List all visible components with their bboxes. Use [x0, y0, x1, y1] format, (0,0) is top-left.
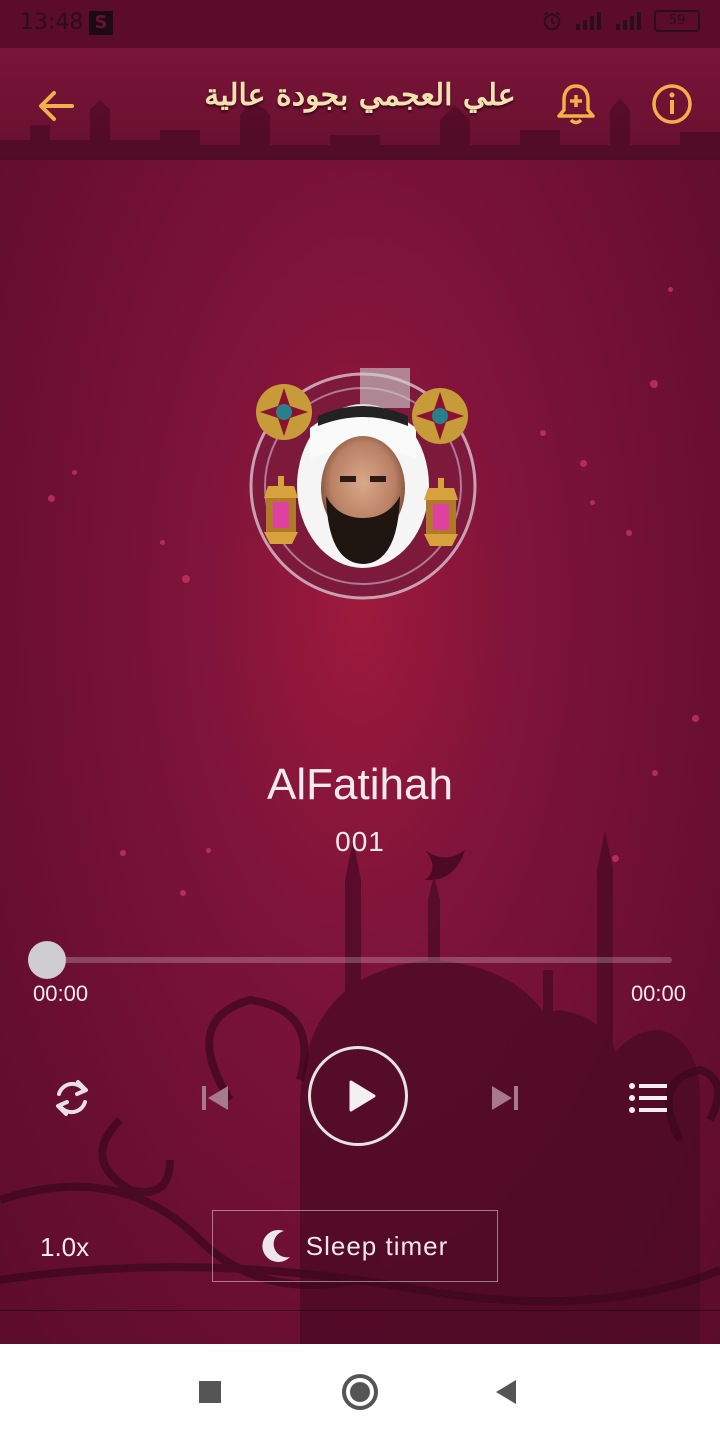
sparkle: [668, 287, 673, 292]
sparkle: [182, 575, 190, 583]
seek-thumb[interactable]: [28, 941, 66, 979]
battery-indicator: 59: [654, 10, 700, 32]
triangle-back-icon[interactable]: [484, 1370, 528, 1414]
app-bar: علي العجمي بجودة عالية: [0, 48, 720, 160]
sparkle: [540, 430, 546, 436]
system-nav-bar: [0, 1344, 720, 1440]
skip-previous-icon[interactable]: [196, 1078, 236, 1118]
moon-icon: [262, 1229, 290, 1262]
bell-plus-icon[interactable]: [554, 82, 598, 126]
sparkle: [160, 540, 165, 545]
back-arrow-icon[interactable]: [34, 84, 78, 128]
reciter-artwork: [249, 368, 477, 600]
sparkle: [72, 470, 77, 475]
info-icon[interactable]: [650, 82, 694, 126]
signal-icon: [576, 12, 601, 30]
track-number: 001: [335, 826, 385, 857]
repeat-icon[interactable]: [50, 1076, 94, 1120]
play-icon: [349, 1080, 376, 1112]
sparkle: [626, 530, 632, 536]
current-time: 00:00: [33, 981, 89, 1006]
skip-next-icon[interactable]: [484, 1078, 524, 1118]
status-icons: 59: [540, 10, 700, 32]
signal-icon-2: [616, 12, 641, 30]
divider: [0, 1310, 720, 1311]
sleep-timer-label: Sleep timer: [305, 1230, 449, 1261]
player-screen: 13:48 S 59 علي العجمي بجودة عالية AlFati…: [0, 0, 720, 1344]
circle-home-icon[interactable]: [338, 1370, 382, 1414]
app-title: علي العجمي بجودة عالية: [204, 78, 516, 113]
seek-bar[interactable]: [46, 957, 672, 963]
play-button[interactable]: [308, 1046, 408, 1146]
total-time: 00:00: [630, 981, 686, 1006]
sparkle: [692, 715, 699, 722]
sleep-timer-button[interactable]: Sleep timer: [212, 1210, 498, 1282]
sparkle: [590, 500, 595, 505]
square-recents-icon[interactable]: [188, 1370, 232, 1414]
status-time: 13:48: [20, 10, 84, 35]
track-title: AlFatihah: [267, 760, 453, 809]
sparkle: [48, 495, 55, 502]
playback-speed[interactable]: 1.0x: [40, 1232, 89, 1263]
sparkle: [650, 380, 658, 388]
status-bar: 13:48 S 59: [0, 0, 720, 48]
s-app-badge: S: [89, 11, 113, 35]
sparkle: [580, 460, 587, 467]
alarm-icon: [543, 11, 561, 31]
playlist-icon[interactable]: [626, 1078, 670, 1118]
